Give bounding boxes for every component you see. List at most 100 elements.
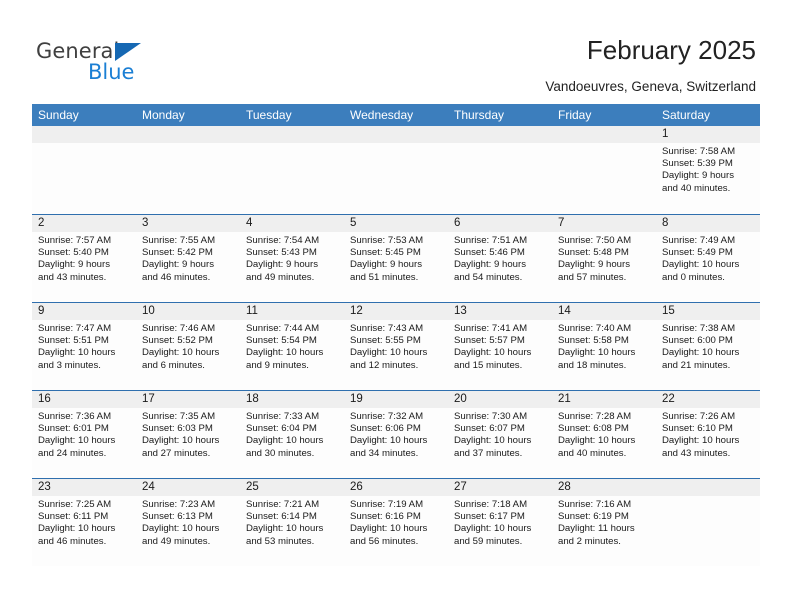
calendar-day-cell[interactable]: 18 Sunrise: 7:33 AM Sunset: 6:04 PM Dayligh… <box>240 391 344 478</box>
day-sun-info-line: and 15 minutes. <box>454 359 523 371</box>
calendar-day-cell[interactable]: 5 Sunrise: 7:53 AM Sunset: 5:45 PM Daylight… <box>344 215 448 302</box>
day-sun-info-line: and 46 minutes. <box>142 271 211 283</box>
day-sun-info-line: Daylight: 10 hours <box>142 347 220 359</box>
day-sun-info: Sunrise: 7:32 AM Sunset: 6:06 PM Daylight:… <box>344 408 448 460</box>
day-sun-info-line: and 0 minutes. <box>662 271 725 283</box>
calendar-day-cell[interactable]: 15 Sunrise: 7:38 AM Sunset: 6:00 PM Dayligh… <box>656 303 760 390</box>
calendar-day-cell-empty <box>552 126 656 214</box>
day-sun-info-line: Sunrise: 7:21 AM <box>246 499 320 510</box>
day-sun-info-line: Sunrise: 7:44 AM <box>246 323 320 334</box>
calendar-day-cell[interactable]: 9 Sunrise: 7:47 AM Sunset: 5:51 PM Daylight… <box>32 303 136 390</box>
day-sun-info-line: Sunset: 6:04 PM <box>246 423 317 435</box>
calendar-week-row: 2 Sunrise: 7:57 AM Sunset: 5:40 PM Daylight… <box>32 214 760 302</box>
calendar-day-cell[interactable]: 23 Sunrise: 7:25 AM Sunset: 6:11 PM Dayligh… <box>32 479 136 566</box>
day-sun-info-line: Sunset: 5:39 PM <box>662 158 733 170</box>
calendar-day-cell[interactable]: 28 Sunrise: 7:16 AM Sunset: 6:19 PM Dayligh… <box>552 479 656 566</box>
weekday-header-monday: Monday <box>142 108 185 122</box>
calendar-day-cell[interactable]: 6 Sunrise: 7:51 AM Sunset: 5:46 PM Daylight… <box>448 215 552 302</box>
calendar-day-cell[interactable]: 14 Sunrise: 7:40 AM Sunset: 5:58 PM Dayligh… <box>552 303 656 390</box>
day-sun-info-line: Daylight: 9 hours <box>454 259 526 271</box>
day-number: 9 <box>32 303 136 320</box>
day-sun-info-line: Daylight: 9 hours <box>350 259 422 271</box>
calendar-day-cell[interactable]: 17 Sunrise: 7:35 AM Sunset: 6:03 PM Dayligh… <box>136 391 240 478</box>
day-number: 12 <box>344 303 448 320</box>
day-sun-info-line: Sunset: 6:17 PM <box>454 511 525 523</box>
day-sun-info-line: Daylight: 10 hours <box>38 347 116 359</box>
calendar-day-cell[interactable]: 25 Sunrise: 7:21 AM Sunset: 6:14 PM Dayligh… <box>240 479 344 566</box>
day-sun-info-line: Sunset: 5:43 PM <box>246 247 317 259</box>
calendar-day-cell[interactable]: 7 Sunrise: 7:50 AM Sunset: 5:48 PM Daylight… <box>552 215 656 302</box>
calendar-grid: Sunday Monday Tuesday Wednesday Thursday Frid… <box>32 104 760 566</box>
calendar-day-cell[interactable]: 11 Sunrise: 7:44 AM Sunset: 5:54 PM Dayligh… <box>240 303 344 390</box>
calendar-day-cell[interactable]: 16 Sunrise: 7:36 AM Sunset: 6:01 PM Dayligh… <box>32 391 136 478</box>
day-sun-info-line: Sunrise: 7:50 AM <box>558 235 632 246</box>
day-sun-info-line: Daylight: 9 hours <box>38 259 110 271</box>
day-number: 25 <box>240 479 344 496</box>
day-sun-info-line: Sunrise: 7:18 AM <box>454 499 528 510</box>
day-number: 1 <box>656 126 760 143</box>
day-sun-info-line: Sunset: 5:42 PM <box>142 247 213 259</box>
day-sun-info: Sunrise: 7:55 AM Sunset: 5:42 PM Daylight:… <box>136 232 240 284</box>
calendar-day-cell[interactable]: 21 Sunrise: 7:28 AM Sunset: 6:08 PM Dayligh… <box>552 391 656 478</box>
calendar-day-cell[interactable]: 10 Sunrise: 7:46 AM Sunset: 5:52 PM Dayligh… <box>136 303 240 390</box>
calendar-day-cell[interactable]: 22 Sunrise: 7:26 AM Sunset: 6:10 PM Dayligh… <box>656 391 760 478</box>
day-sun-info: Sunrise: 7:18 AM Sunset: 6:17 PM Daylight:… <box>448 496 552 548</box>
day-sun-info-line: and 40 minutes. <box>558 447 627 459</box>
calendar-day-cell[interactable]: 24 Sunrise: 7:23 AM Sunset: 6:13 PM Dayligh… <box>136 479 240 566</box>
calendar-week-row: 9 Sunrise: 7:47 AM Sunset: 5:51 PM Daylight… <box>32 302 760 390</box>
calendar-day-cell[interactable]: 4 Sunrise: 7:54 AM Sunset: 5:43 PM Daylight… <box>240 215 344 302</box>
day-sun-info-line: Sunrise: 7:57 AM <box>38 235 112 246</box>
calendar-day-cell[interactable]: 26 Sunrise: 7:19 AM Sunset: 6:16 PM Dayligh… <box>344 479 448 566</box>
day-sun-info-line: Daylight: 10 hours <box>662 347 740 359</box>
day-sun-info-line: Sunset: 6:10 PM <box>662 423 733 435</box>
day-sun-info: Sunrise: 7:57 AM Sunset: 5:40 PM Daylight:… <box>32 232 136 284</box>
day-sun-info-line: Daylight: 10 hours <box>558 435 636 447</box>
day-sun-info-line: and 12 minutes. <box>350 359 419 371</box>
day-sun-info: Sunrise: 7:43 AM Sunset: 5:55 PM Daylight:… <box>344 320 448 372</box>
day-sun-info-line: Sunset: 5:52 PM <box>142 335 213 347</box>
day-number <box>240 126 344 143</box>
day-sun-info-line: Daylight: 10 hours <box>350 523 428 535</box>
calendar-day-cell[interactable]: 3 Sunrise: 7:55 AM Sunset: 5:42 PM Daylight… <box>136 215 240 302</box>
calendar-day-cell[interactable]: 27 Sunrise: 7:18 AM Sunset: 6:17 PM Dayligh… <box>448 479 552 566</box>
day-sun-info-line: Sunset: 6:03 PM <box>142 423 213 435</box>
day-sun-info-line: Daylight: 10 hours <box>662 259 740 271</box>
calendar-day-cell[interactable]: 12 Sunrise: 7:43 AM Sunset: 5:55 PM Dayligh… <box>344 303 448 390</box>
day-sun-info: Sunrise: 7:53 AM Sunset: 5:45 PM Daylight:… <box>344 232 448 284</box>
day-number: 6 <box>448 215 552 232</box>
day-number <box>136 126 240 143</box>
day-number: 28 <box>552 479 656 496</box>
logo-text-blue: Blue <box>88 60 135 84</box>
day-number: 19 <box>344 391 448 408</box>
calendar-day-cell[interactable]: 19 Sunrise: 7:32 AM Sunset: 6:06 PM Dayligh… <box>344 391 448 478</box>
day-sun-info-line: Sunrise: 7:55 AM <box>142 235 216 246</box>
calendar-day-cell[interactable]: 8 Sunrise: 7:49 AM Sunset: 5:49 PM Daylight… <box>656 215 760 302</box>
calendar-day-cell[interactable]: 1 Sunrise: 7:58 AM Sunset: 5:39 PM Daylight… <box>656 126 760 214</box>
day-number <box>448 126 552 143</box>
day-sun-info: Sunrise: 7:21 AM Sunset: 6:14 PM Daylight:… <box>240 496 344 548</box>
day-sun-info-line: Sunrise: 7:19 AM <box>350 499 424 510</box>
day-number: 8 <box>656 215 760 232</box>
day-sun-info-line: Daylight: 10 hours <box>350 347 428 359</box>
day-number: 4 <box>240 215 344 232</box>
day-sun-info: Sunrise: 7:36 AM Sunset: 6:01 PM Daylight:… <box>32 408 136 460</box>
day-sun-info-line: Daylight: 10 hours <box>454 435 532 447</box>
day-sun-info-line: Sunrise: 7:51 AM <box>454 235 528 246</box>
generalblue-logo[interactable]: General Blue <box>36 39 216 85</box>
day-sun-info: Sunrise: 7:46 AM Sunset: 5:52 PM Daylight:… <box>136 320 240 372</box>
calendar-day-cell[interactable]: 13 Sunrise: 7:41 AM Sunset: 5:57 PM Dayligh… <box>448 303 552 390</box>
day-number: 5 <box>344 215 448 232</box>
calendar-day-cell[interactable]: 2 Sunrise: 7:57 AM Sunset: 5:40 PM Daylight… <box>32 215 136 302</box>
day-sun-info-line: and 34 minutes. <box>350 447 419 459</box>
weekday-header-tuesday: Tuesday <box>246 108 292 122</box>
day-sun-info: Sunrise: 7:26 AM Sunset: 6:10 PM Daylight:… <box>656 408 760 460</box>
day-number: 3 <box>136 215 240 232</box>
day-sun-info-line: Sunset: 6:16 PM <box>350 511 421 523</box>
page-header: General Blue February 2025 Vandoeuvres, … <box>0 0 792 104</box>
page-subtitle: Vandoeuvres, Geneva, Switzerland <box>545 79 756 94</box>
calendar-day-cell[interactable]: 20 Sunrise: 7:30 AM Sunset: 6:07 PM Dayligh… <box>448 391 552 478</box>
day-number <box>344 126 448 143</box>
day-sun-info: Sunrise: 7:33 AM Sunset: 6:04 PM Daylight:… <box>240 408 344 460</box>
day-sun-info-line: Sunrise: 7:23 AM <box>142 499 216 510</box>
day-number: 26 <box>344 479 448 496</box>
